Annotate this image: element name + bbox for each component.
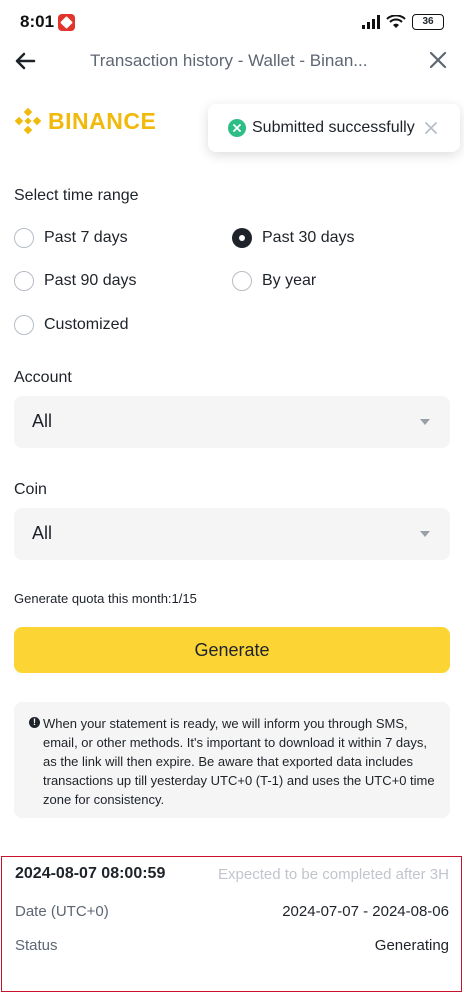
battery-icon: 36 (412, 14, 444, 30)
status-value: Generating (374, 937, 449, 954)
generate-button[interactable]: Generate (14, 627, 450, 673)
status-bar: 8:01 36 (0, 0, 464, 44)
time-range-label: Select time range (14, 187, 139, 204)
binance-logo-icon (14, 107, 42, 135)
toast-message: Submitted successfully (252, 119, 415, 136)
record-expected-text: Expected to be completed after 3H (218, 865, 449, 883)
statement-record[interactable]: 2024-08-07 08:00:59 Expected to be compl… (1, 856, 462, 992)
radio-by-year[interactable]: By year (232, 271, 316, 291)
record-header-row: 2024-08-07 08:00:59 Expected to be compl… (15, 865, 449, 883)
record-created-time: 2024-08-07 08:00:59 (15, 865, 166, 882)
caret-down-icon (420, 419, 430, 425)
account-select[interactable]: All (14, 396, 450, 448)
top-nav: Transaction history - Wallet - Binan... (0, 44, 464, 78)
radio-checked-icon (232, 228, 252, 248)
radio-past-7-days[interactable]: Past 7 days (14, 228, 128, 248)
radio-past-90-days[interactable]: Past 90 days (14, 271, 137, 291)
radio-label: Customized (44, 316, 129, 333)
check-circle-icon (228, 119, 246, 137)
coin-value: All (32, 523, 53, 543)
notice-text: When your statement is ready, we will in… (43, 716, 435, 807)
record-date-row: Date (UTC+0) 2024-07-07 - 2024-08-06 (15, 903, 449, 920)
signal-icon (362, 15, 380, 29)
record-status-row: Status Generating (15, 937, 449, 954)
binance-logo: BINANCE (14, 107, 156, 135)
coin-label: Coin (14, 481, 47, 498)
date-label: Date (UTC+0) (15, 903, 109, 920)
caret-down-icon (420, 531, 430, 537)
radio-label: Past 7 days (44, 229, 128, 246)
brand-name: BINANCE (48, 107, 157, 134)
quota-text: Generate quota this month:1/15 (14, 591, 197, 606)
coin-select[interactable]: All (14, 508, 450, 560)
account-value: All (32, 411, 53, 431)
app-notification-icon (58, 14, 75, 31)
page-title: Transaction history - Wallet - Binan... (90, 51, 368, 70)
radio-label: By year (262, 272, 317, 289)
status-time: 8:01 (20, 12, 55, 31)
radio-unchecked-icon (14, 315, 34, 335)
radio-unchecked-icon (14, 271, 34, 291)
radio-past-30-days[interactable]: Past 30 days (232, 228, 355, 248)
radio-unchecked-icon (14, 228, 34, 248)
radio-customized[interactable]: Customized (14, 315, 128, 335)
toast-close-icon[interactable] (424, 122, 437, 134)
status-icons: 36 (362, 14, 444, 30)
radio-label: Past 30 days (262, 229, 355, 246)
close-icon[interactable] (426, 48, 450, 72)
radio-label: Past 90 days (44, 272, 137, 289)
wifi-icon (386, 15, 406, 28)
status-label: Status (15, 937, 58, 954)
back-arrow-icon[interactable] (12, 48, 38, 74)
info-icon: ! (29, 717, 40, 728)
date-value: 2024-07-07 - 2024-08-06 (282, 903, 449, 920)
account-label: Account (14, 369, 72, 386)
info-notice: ! When your statement is ready, we will … (14, 702, 450, 818)
radio-unchecked-icon (232, 271, 252, 291)
success-toast: Submitted successfully (208, 104, 460, 152)
